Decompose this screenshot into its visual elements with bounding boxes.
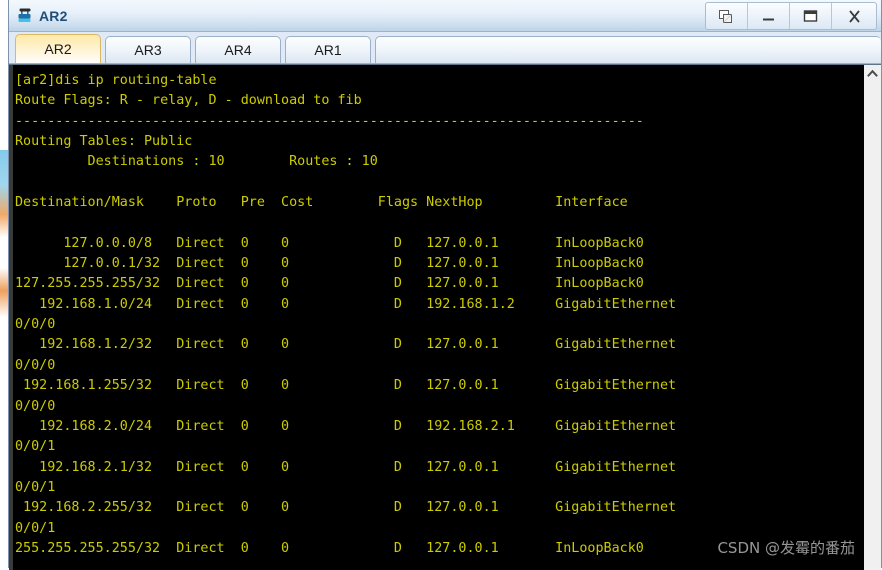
tab-label: AR1 (314, 42, 342, 58)
window-title: AR2 (39, 7, 68, 24)
tab-label: AR2 (44, 41, 72, 57)
console-output-pane[interactable]: [ar2]dis ip routing-table Route Flags: R… (13, 65, 863, 570)
device-tab-strip: AR2 AR3 AR4 AR1 (9, 32, 881, 64)
router-icon (17, 7, 34, 24)
title-bar: AR2 (9, 0, 881, 32)
minimize-button[interactable] (748, 3, 790, 29)
chevron-up-icon[interactable] (864, 65, 881, 82)
tab-ar1[interactable]: AR1 (285, 36, 371, 63)
scrollbar-track[interactable] (864, 82, 881, 570)
tab-ar4[interactable]: AR4 (195, 36, 281, 63)
console-scrollbar[interactable] (863, 65, 881, 570)
window-controls (705, 2, 877, 30)
tab-label: AR4 (224, 42, 252, 58)
router-cli-window: AR2 AR2 AR3 AR4 AR1 [ar2]dis ip routing-… (8, 0, 882, 570)
terminal-output-text: [ar2]dis ip routing-table Route Flags: R… (15, 73, 677, 556)
restore-button[interactable] (706, 3, 748, 29)
tab-ar2[interactable]: AR2 (15, 34, 101, 63)
tab-label: AR3 (134, 42, 162, 58)
tab-strip-filler (375, 36, 881, 63)
console-area: [ar2]dis ip routing-table Route Flags: R… (9, 64, 881, 570)
tab-ar3[interactable]: AR3 (105, 36, 191, 63)
maximize-button[interactable] (790, 3, 832, 29)
close-button[interactable] (832, 3, 876, 29)
